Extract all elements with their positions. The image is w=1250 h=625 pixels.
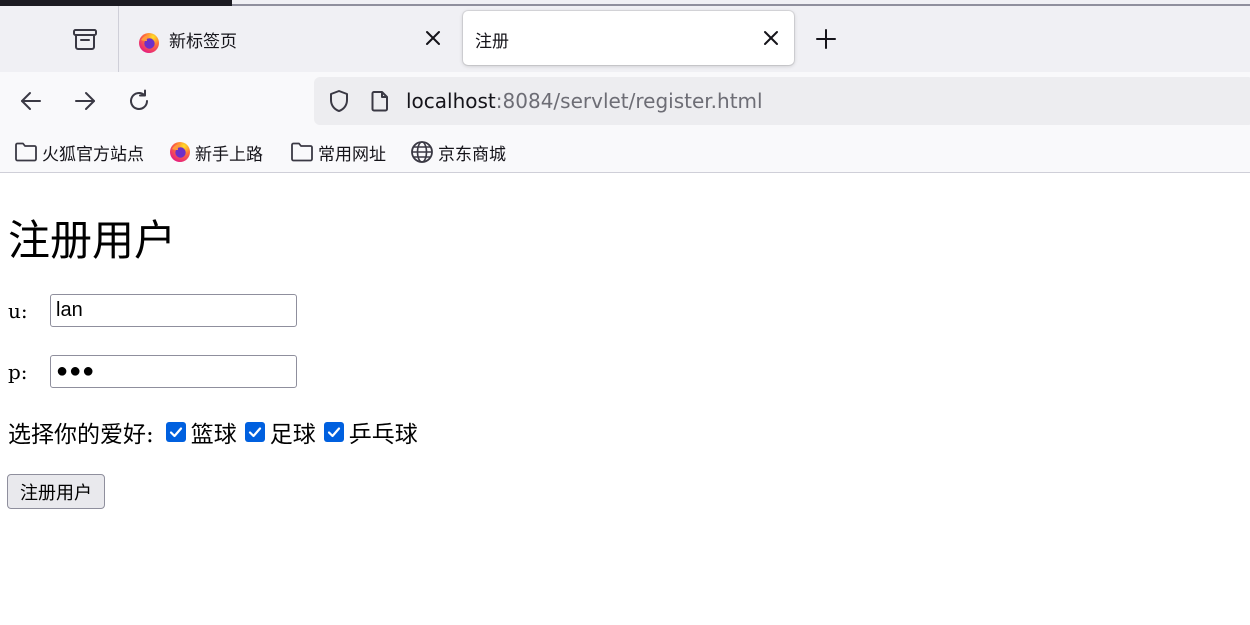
hobby-checkbox-pingpong[interactable] [323, 422, 344, 442]
checkmark-icon [248, 427, 261, 438]
shield-icon[interactable] [327, 89, 351, 113]
forward-button[interactable] [70, 86, 100, 116]
hobby-label: 选择你的爱好: [8, 422, 154, 448]
close-tab-icon[interactable] [759, 26, 783, 50]
page-info-icon[interactable] [368, 89, 392, 113]
bookmark-item[interactable]: 京东商城 [410, 140, 506, 165]
reload-icon [130, 89, 148, 110]
firefox-icon [139, 33, 159, 53]
tab-separator [118, 6, 119, 72]
globe-icon [411, 141, 433, 163]
bookmark-label: 新手上路 [195, 144, 263, 165]
bookmarks-toolbar: 火狐官方站点 新手上路 常用网址 京东商城 [0, 126, 1250, 173]
hobby-option-label: 乒乓球 [348, 422, 418, 448]
page-title: 注册用户 [8, 216, 177, 265]
new-tab-plus-icon[interactable] [812, 25, 840, 53]
checkmark-icon [169, 427, 182, 438]
back-button[interactable] [16, 86, 46, 116]
url-text[interactable]: localhost:8084/servlet/register.html [406, 89, 763, 113]
bookmark-item[interactable]: 新手上路 [169, 140, 263, 165]
hobby-option-label: 足球 [269, 422, 316, 448]
page-content: 注册用户 u: p: 选择你的爱好: 篮球 足球 乒乓球 注册用户 [0, 174, 1250, 625]
address-bar[interactable]: localhost:8084/servlet/register.html [314, 77, 1250, 125]
folder-icon [291, 142, 313, 162]
tab-overview-button[interactable] [58, 20, 112, 58]
tab-strip: 新标签页 注册 [0, 6, 1250, 72]
navigation-toolbar: localhost:8084/servlet/register.html [0, 72, 1250, 126]
hobby-group: 选择你的爱好: 篮球 足球 乒乓球 [8, 417, 426, 448]
bookmark-label: 火狐官方站点 [42, 144, 144, 165]
tab-register[interactable]: 注册 [463, 11, 794, 65]
username-label: u: [8, 299, 28, 323]
folder-icon [15, 142, 37, 162]
hobby-checkbox-football[interactable] [244, 422, 265, 442]
tab-overview-icon [73, 29, 97, 50]
password-label: p: [8, 360, 28, 384]
register-submit-button[interactable]: 注册用户 [7, 474, 105, 509]
url-host: localhost [406, 89, 496, 113]
hobby-checkbox-basketball[interactable] [165, 422, 186, 442]
arrow-right-icon [75, 92, 95, 110]
hobby-option-label: 篮球 [190, 422, 237, 448]
bookmark-item[interactable]: 火狐官方站点 [14, 140, 144, 165]
url-path: :8084/servlet/register.html [495, 89, 763, 113]
bookmark-label: 京东商城 [438, 144, 506, 165]
firefox-icon [170, 142, 190, 162]
arrow-left-icon [21, 92, 41, 110]
bookmark-label: 常用网址 [318, 144, 386, 165]
tab-title: 注册 [475, 32, 509, 52]
tab-title: 新标签页 [169, 32, 237, 52]
tab-new-tab[interactable]: 新标签页 [122, 11, 456, 65]
checkmark-icon [327, 427, 340, 438]
reload-button[interactable] [124, 86, 154, 116]
username-input[interactable] [50, 294, 297, 327]
bookmark-item[interactable]: 常用网址 [290, 140, 386, 165]
password-input[interactable] [50, 355, 297, 388]
close-tab-icon[interactable] [421, 26, 445, 50]
